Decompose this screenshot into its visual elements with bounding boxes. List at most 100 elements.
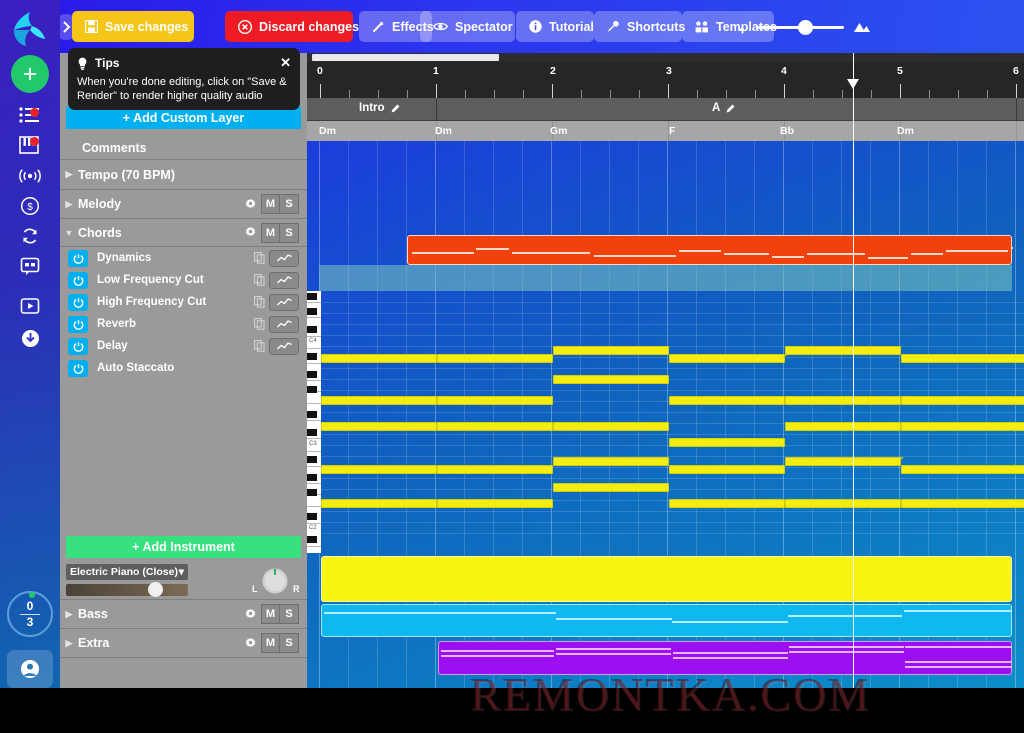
instrument-select[interactable]: Electric Piano (Close) ... ▾ (66, 564, 188, 580)
tutorial-button[interactable]: Tutorial (516, 11, 594, 42)
comments-row[interactable]: Comments (60, 136, 307, 160)
user-avatar-button[interactable] (7, 650, 53, 688)
note-block[interactable] (321, 354, 437, 363)
timeline-ruler[interactable]: 0 1 2 3 4 5 6 (307, 62, 1024, 98)
shortcuts-button[interactable]: Shortcuts (594, 11, 685, 42)
effect-row-reverb[interactable]: Reverb (60, 313, 307, 335)
render-credits-counter[interactable]: 0 3 (7, 591, 53, 637)
note-block[interactable] (437, 354, 553, 363)
add-button[interactable]: + (11, 55, 49, 93)
note-block[interactable] (437, 499, 553, 508)
chord-label[interactable]: Dm (897, 125, 914, 137)
layer-row-chords[interactable]: ▼ Chords M S (60, 219, 307, 247)
pen-icon[interactable] (390, 103, 401, 114)
note-block[interactable] (321, 396, 437, 405)
pan-knob[interactable] (260, 566, 290, 596)
note-block[interactable] (553, 457, 669, 466)
copy-icon[interactable] (249, 340, 269, 352)
chord-track[interactable]: Dm Dm Gm F Bb Dm (307, 121, 1024, 141)
solo-button[interactable]: S (280, 222, 299, 243)
chord-label[interactable]: Dm (435, 125, 452, 137)
gear-icon[interactable] (239, 198, 261, 211)
chord-label[interactable]: Dm (319, 125, 336, 137)
note-block[interactable] (553, 375, 669, 384)
horizontal-scrollbar[interactable] (307, 53, 1024, 62)
note-block[interactable] (669, 465, 785, 474)
chord-label[interactable]: Gm (550, 125, 568, 137)
piano-roll[interactable]: C4 C3 C2 (307, 291, 1024, 553)
pen-icon[interactable] (725, 103, 736, 114)
chord-label[interactable]: F (669, 125, 675, 137)
power-toggle-icon[interactable] (68, 271, 88, 289)
note-block[interactable] (901, 499, 1024, 508)
note-block[interactable] (901, 396, 1024, 405)
gear-icon[interactable] (239, 226, 261, 239)
mute-button[interactable]: M (261, 604, 280, 624)
copy-icon[interactable] (249, 296, 269, 308)
power-toggle-icon[interactable] (68, 315, 88, 333)
track-area[interactable]: C4 C3 C2 (307, 141, 1024, 688)
note-block[interactable] (669, 396, 785, 405)
mute-button[interactable]: M (261, 633, 280, 653)
note-block[interactable] (321, 422, 437, 431)
automation-curve-icon[interactable] (269, 315, 299, 333)
add-custom-layer-button[interactable]: + Add Custom Layer (66, 107, 301, 129)
section-intro[interactable]: Intro (359, 102, 401, 114)
effect-row-dynamics[interactable]: Dynamics (60, 247, 307, 269)
note-block[interactable] (785, 499, 901, 508)
note-block[interactable] (669, 438, 785, 447)
copy-icon[interactable] (249, 318, 269, 330)
expand-caret-icon[interactable]: ▶ (60, 169, 78, 180)
layer-row-tempo[interactable]: ▶ Tempo (70 BPM) (60, 160, 307, 190)
save-changes-button[interactable]: Save changes (72, 11, 194, 42)
copy-icon[interactable] (249, 274, 269, 286)
copy-icon[interactable] (249, 252, 269, 264)
sidebar-item-chat[interactable] (12, 248, 48, 284)
note-block[interactable] (437, 465, 553, 474)
scrollbar-thumb[interactable] (312, 54, 499, 61)
note-block[interactable] (437, 396, 553, 405)
note-block[interactable] (901, 354, 1024, 363)
clip-chords[interactable] (321, 556, 1012, 602)
close-icon[interactable]: ✕ (280, 55, 291, 71)
note-block[interactable] (321, 465, 437, 474)
effect-row-high-frequency-cut[interactable]: High Frequency Cut (60, 291, 307, 313)
gear-icon[interactable] (239, 637, 261, 650)
gear-icon[interactable] (239, 608, 261, 621)
layer-row-melody[interactable]: ▶ Melody M S (60, 190, 307, 219)
mute-button[interactable]: M (261, 194, 280, 214)
zoom-slider-control[interactable] (735, 17, 871, 37)
power-toggle-icon[interactable] (68, 359, 88, 377)
expand-caret-icon[interactable]: ▶ (60, 609, 78, 620)
power-toggle-icon[interactable] (68, 337, 88, 355)
discard-changes-button[interactable]: Discard changes (225, 11, 359, 42)
solo-button[interactable]: S (280, 633, 299, 653)
note-block[interactable] (785, 346, 901, 355)
solo-button[interactable]: S (280, 194, 299, 214)
section-a[interactable]: A (712, 102, 736, 114)
note-block[interactable] (785, 457, 901, 466)
instrument-volume-slider[interactable] (66, 582, 188, 597)
add-instrument-button[interactable]: + Add Instrument (66, 536, 301, 558)
layer-row-bass[interactable]: ▶ Bass M S (60, 600, 307, 629)
automation-curve-icon[interactable] (269, 293, 299, 311)
note-block[interactable] (553, 346, 669, 355)
section-track[interactable]: Intro A (307, 98, 1024, 121)
piano-keyboard[interactable]: C4 C3 C2 (307, 291, 321, 553)
note-block[interactable] (553, 422, 669, 431)
clip-extra[interactable] (438, 641, 1012, 675)
volume-slider-knob[interactable] (148, 582, 163, 597)
playhead[interactable] (847, 53, 859, 688)
note-block[interactable] (437, 422, 553, 431)
note-block[interactable] (321, 499, 437, 508)
mute-button[interactable]: M (261, 222, 280, 243)
note-block[interactable] (901, 457, 903, 459)
chord-label[interactable]: Bb (780, 125, 794, 137)
clip-melody[interactable] (407, 235, 1013, 265)
note-block[interactable] (785, 422, 901, 431)
effect-row-auto-staccato[interactable]: Auto Staccato (60, 357, 307, 379)
automation-curve-icon[interactable] (269, 271, 299, 289)
note-block[interactable] (785, 354, 787, 356)
expand-caret-icon[interactable]: ▶ (60, 199, 78, 210)
power-toggle-icon[interactable] (68, 293, 88, 311)
